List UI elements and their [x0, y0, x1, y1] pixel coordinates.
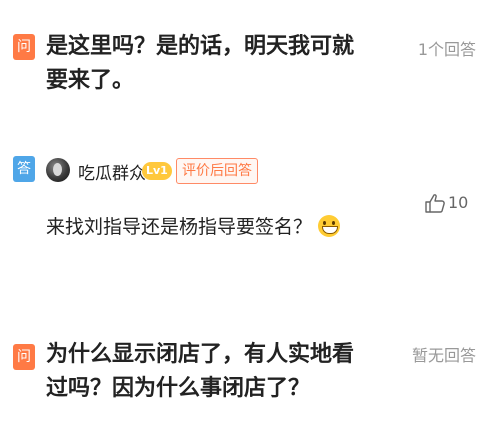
avatar[interactable] — [46, 158, 70, 182]
review-badge: 评价后回答 — [176, 158, 258, 184]
question-item[interactable]: 问 是这里吗？是的话，明天我可就要来了。 1个回答 答 吃瓜群众 Lv1 评价后… — [0, 0, 500, 290]
thumbs-up-icon — [425, 194, 445, 213]
grinning-face-emoji-icon — [318, 215, 341, 237]
question-tag: 问 — [13, 34, 35, 60]
like-count: 10 — [448, 193, 469, 212]
question-text[interactable]: 是这里吗？是的话，明天我可就要来了。 — [46, 30, 366, 98]
question-text[interactable]: 为什么显示闭店了，有人实地看过吗？因为什么事闭店了？ — [46, 338, 366, 406]
question-tag: 问 — [13, 344, 35, 370]
answer-text[interactable]: 来找刘指导还是杨指导要签名？ — [46, 212, 341, 239]
qa-page: 问 是这里吗？是的话，明天我可就要来了。 1个回答 答 吃瓜群众 Lv1 评价后… — [0, 0, 500, 440]
answer-count[interactable]: 暂无回答 — [412, 342, 476, 366]
answer-text-content: 来找刘指导还是杨指导要签名？ — [46, 216, 313, 238]
like-button[interactable]: 10 — [424, 192, 474, 214]
answer-tag: 答 — [13, 156, 35, 182]
answer-count[interactable]: 1个回答 — [418, 36, 476, 60]
level-badge: Lv1 — [142, 162, 172, 180]
question-item[interactable]: 问 为什么显示闭店了，有人实地看过吗？因为什么事闭店了？ 暂无回答 — [0, 290, 500, 440]
username[interactable]: 吃瓜群众 — [78, 159, 146, 184]
